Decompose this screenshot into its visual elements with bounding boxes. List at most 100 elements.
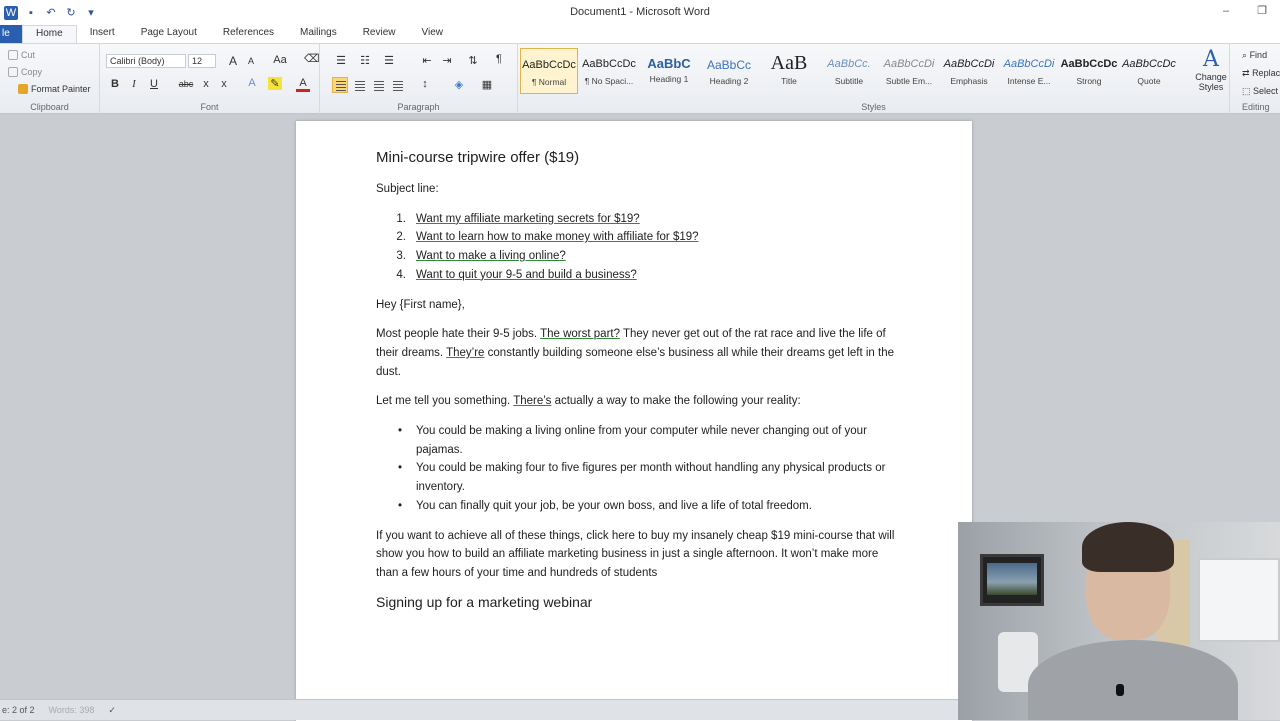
cut-label: Cut <box>21 50 36 60</box>
list-text: You could be making four to five figures… <box>416 462 886 494</box>
copy-icon <box>8 67 18 77</box>
tab-view[interactable]: View <box>409 25 457 43</box>
presenter-body <box>1028 640 1238 720</box>
shrink-font-button[interactable]: A <box>244 56 258 66</box>
tab-file[interactable]: le <box>0 25 22 43</box>
change-styles-button[interactable]: A Change Styles <box>1192 47 1230 93</box>
styles-group-label: Styles <box>861 102 886 112</box>
align-right-button[interactable] <box>370 77 386 93</box>
strikethrough-button[interactable]: abc <box>176 79 196 89</box>
paragraph-group: ☰ ☷ ☰ ⇤ ⇥ ⇅ ¶ ↕ ◈ ▦ Paragraph <box>320 44 518 114</box>
style-sample: AaBbC <box>647 56 691 71</box>
text-effects-icon[interactable]: A <box>245 77 259 89</box>
align-left-button[interactable] <box>332 77 348 93</box>
replace-button[interactable]: ⇄ Replace <box>1242 68 1280 79</box>
cut-button[interactable]: Cut <box>8 50 35 60</box>
style-subtitle[interactable]: AaBbCc. Subtitle <box>820 48 878 94</box>
align-center-icon <box>355 81 365 91</box>
style-sample: AaBbCc. <box>827 58 871 70</box>
font-color-button[interactable]: A <box>296 77 310 92</box>
restore-icon[interactable]: ❐ <box>1254 4 1270 18</box>
proofing-icon[interactable]: ✓ <box>108 705 116 716</box>
grow-font-button[interactable]: A <box>226 54 240 68</box>
tab-review[interactable]: Review <box>350 25 409 43</box>
list-text: Want to make a living online? <box>416 250 566 263</box>
style-subtle-emphasis[interactable]: AaBbCcDi Subtle Em... <box>880 48 938 94</box>
tab-home[interactable]: Home <box>22 25 77 43</box>
word-count[interactable]: Words: 398 <box>49 705 95 715</box>
multilevel-list-icon[interactable]: ☰ <box>382 54 396 67</box>
decrease-indent-icon[interactable]: ⇤ <box>420 54 434 67</box>
style-name: Subtle Em... <box>885 76 933 86</box>
style-name: Intense E... <box>1007 76 1051 86</box>
presenter-hair <box>1082 522 1174 572</box>
italic-button[interactable]: I <box>127 78 141 90</box>
bullet-icon: • <box>397 425 402 438</box>
style-no-spacing[interactable]: AaBbCcDc ¶ No Spaci... <box>580 48 638 94</box>
binoculars-icon: ⌕ <box>1242 50 1248 60</box>
text-run: Let me tell you something. <box>376 395 514 408</box>
picture-image <box>987 563 1037 595</box>
superscript-button[interactable]: x <box>217 78 231 90</box>
style-sample: AaBbCcDi <box>943 58 995 70</box>
bold-button[interactable]: B <box>108 78 122 90</box>
line-spacing-icon[interactable]: ↕ <box>418 78 432 90</box>
list-number: 4. <box>396 268 406 281</box>
style-heading-2[interactable]: AaBbCc Heading 2 <box>700 48 758 94</box>
shading-icon[interactable]: ◈ <box>452 78 466 91</box>
align-right-icon <box>374 81 384 91</box>
style-heading-1[interactable]: AaBbC Heading 1 <box>640 48 698 94</box>
tab-mailings[interactable]: Mailings <box>287 25 350 43</box>
clipboard-group: Cut Copy Format Painter Clipboard <box>0 44 100 114</box>
style-sample: AaBbCcDc <box>522 59 576 71</box>
style-name: Emphasis <box>950 76 988 86</box>
style-name: Quote <box>1137 76 1161 86</box>
highlight-icon[interactable]: ✎ <box>268 77 282 90</box>
justify-button[interactable] <box>389 77 405 93</box>
page-count[interactable]: e: 2 of 2 <box>2 705 35 715</box>
borders-icon[interactable]: ▦ <box>480 78 494 91</box>
paragraph-1: Most people hate their 9-5 jobs. The wor… <box>376 325 896 381</box>
find-button[interactable]: ⌕ Find <box>1242 50 1267 61</box>
style-emphasis[interactable]: AaBbCcDi Emphasis <box>940 48 998 94</box>
text-run: Most people hate their 9-5 jobs. <box>376 328 541 341</box>
subscript-button[interactable]: x <box>199 78 213 90</box>
change-styles-icon: A <box>1203 47 1219 72</box>
document-page[interactable]: Mini-course tripwire offer ($19) Subject… <box>296 121 972 721</box>
underline-button[interactable]: U <box>147 78 161 90</box>
style-sample: AaBbCcDi <box>883 58 935 70</box>
style-quote[interactable]: AaBbCcDc Quote <box>1120 48 1178 94</box>
scissors-icon <box>8 50 18 60</box>
font-group-label: Font <box>200 102 219 112</box>
list-item: 2. Want to learn how to make money with a… <box>376 228 896 247</box>
style-normal[interactable]: AaBbCcDc ¶ Normal <box>520 48 578 94</box>
minimize-icon[interactable]: – <box>1218 4 1234 18</box>
sort-icon[interactable]: ⇅ <box>466 54 480 67</box>
change-case-button[interactable]: Aa <box>270 54 290 66</box>
wall-picture <box>980 554 1044 606</box>
increase-indent-icon[interactable]: ⇥ <box>440 54 454 67</box>
show-formatting-button[interactable]: ¶ <box>492 53 506 65</box>
grammar-flag: They’re <box>446 346 485 359</box>
align-center-button[interactable] <box>351 77 367 93</box>
tab-references[interactable]: References <box>210 25 287 43</box>
document-subheading: Signing up for a marketing webinar <box>376 593 593 610</box>
style-name: Heading 2 <box>709 76 749 86</box>
font-name-combo[interactable]: Calibri (Body) <box>106 54 186 68</box>
clear-formatting-icon[interactable]: ⌫ <box>304 52 320 65</box>
bullets-icon[interactable]: ☰ <box>334 54 348 67</box>
style-intense-emphasis[interactable]: AaBbCcDi Intense E... <box>1000 48 1058 94</box>
copy-label: Copy <box>21 67 43 77</box>
tab-page-layout[interactable]: Page Layout <box>128 25 210 43</box>
format-painter-button[interactable]: Format Painter <box>18 84 91 94</box>
benefits-list: • You could be making a living online fro… <box>376 422 896 516</box>
style-title[interactable]: AaB Title <box>760 48 818 94</box>
numbering-icon[interactable]: ☷ <box>358 54 372 67</box>
copy-button[interactable]: Copy <box>8 67 42 77</box>
font-size-combo[interactable]: 12 <box>188 54 216 68</box>
tab-insert[interactable]: Insert <box>77 25 128 43</box>
style-strong[interactable]: AaBbCcDc Strong <box>1060 48 1118 94</box>
style-name: Heading 1 <box>649 74 689 84</box>
subject-line-label: Subject line: <box>376 183 439 195</box>
select-button[interactable]: ⬚ Select <box>1242 86 1278 97</box>
